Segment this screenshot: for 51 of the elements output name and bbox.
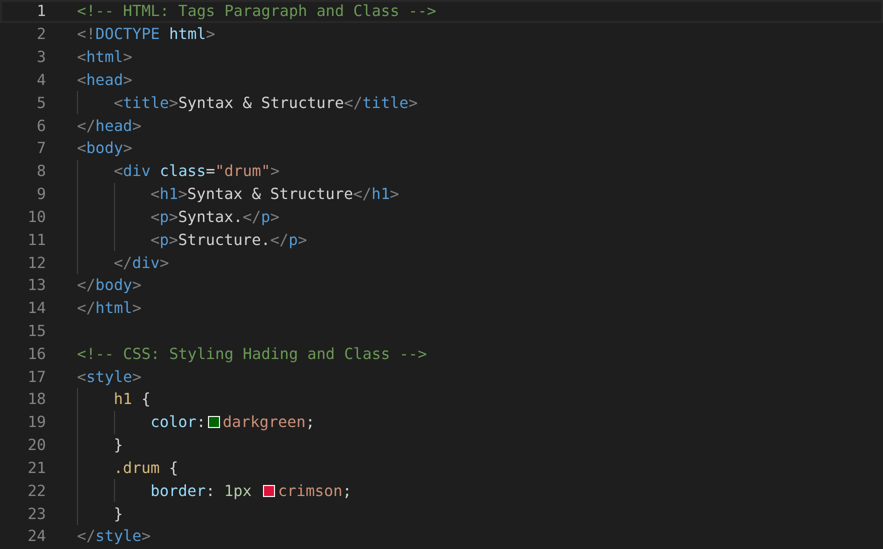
code-text: }	[114, 504, 123, 523]
line-number: 19	[26, 413, 46, 432]
line-number: 2	[36, 25, 46, 44]
code-text: </div>	[114, 254, 169, 272]
line-number: 22	[26, 482, 46, 500]
code-text: <html>	[77, 48, 132, 66]
code-text: <head>	[77, 70, 132, 89]
line-number: 17	[26, 368, 46, 386]
code-text: <div class="drum">	[114, 162, 280, 180]
code-text: darkgreen;	[222, 413, 315, 432]
color-swatch-icon[interactable]	[262, 484, 275, 497]
code-text: <!-- HTML: Tags Paragraph and Class -->	[77, 2, 436, 20]
code-text: </body>	[77, 276, 142, 294]
code-text: <!DOCTYPE html>	[77, 25, 216, 44]
line-number: 16	[26, 344, 46, 363]
code-text: <!-- CSS: Styling Hading and Class -->	[77, 344, 427, 363]
code-text: color:	[150, 413, 206, 432]
line-number: 4	[36, 70, 46, 89]
line-number: 6	[36, 116, 46, 135]
line-number: 21	[26, 458, 46, 477]
code-text: border: 1px	[150, 482, 253, 500]
line-number: 8	[36, 162, 46, 180]
line-number: 7	[36, 139, 46, 158]
line-number: 24	[26, 527, 46, 546]
code-text: .drum {	[114, 458, 178, 477]
code-text: <body>	[77, 139, 132, 158]
line-number: 12	[26, 254, 46, 272]
code-text: <title>Syntax & Structure</title>	[114, 94, 418, 112]
code-text: <style>	[77, 368, 142, 386]
line-number: 23	[26, 504, 46, 523]
line-number: 11	[26, 230, 46, 249]
line-number: 9	[36, 185, 46, 204]
code-text: crimson;	[278, 482, 352, 500]
line-number: 20	[26, 436, 46, 454]
code-text: </html>	[77, 299, 142, 318]
line-number: 1	[36, 2, 46, 20]
code-text: </head>	[77, 116, 142, 135]
code-text: </style>	[77, 527, 151, 546]
code-text: h1 {	[114, 390, 151, 408]
code-text: <p>Syntax.</p>	[150, 208, 280, 226]
code-text: }	[114, 436, 123, 454]
line-number: 15	[26, 322, 46, 340]
line-number: 10	[26, 208, 46, 226]
line-number: 18	[26, 390, 46, 408]
line-number: 14	[26, 299, 46, 318]
color-swatch-icon[interactable]	[208, 416, 220, 428]
code-text: <p>Structure.</p>	[150, 230, 308, 249]
line-number: 5	[36, 94, 46, 112]
line-number: 3	[36, 48, 46, 66]
code-text: <h1>Syntax & Structure</h1>	[150, 185, 400, 204]
line-number: 13	[26, 276, 46, 294]
